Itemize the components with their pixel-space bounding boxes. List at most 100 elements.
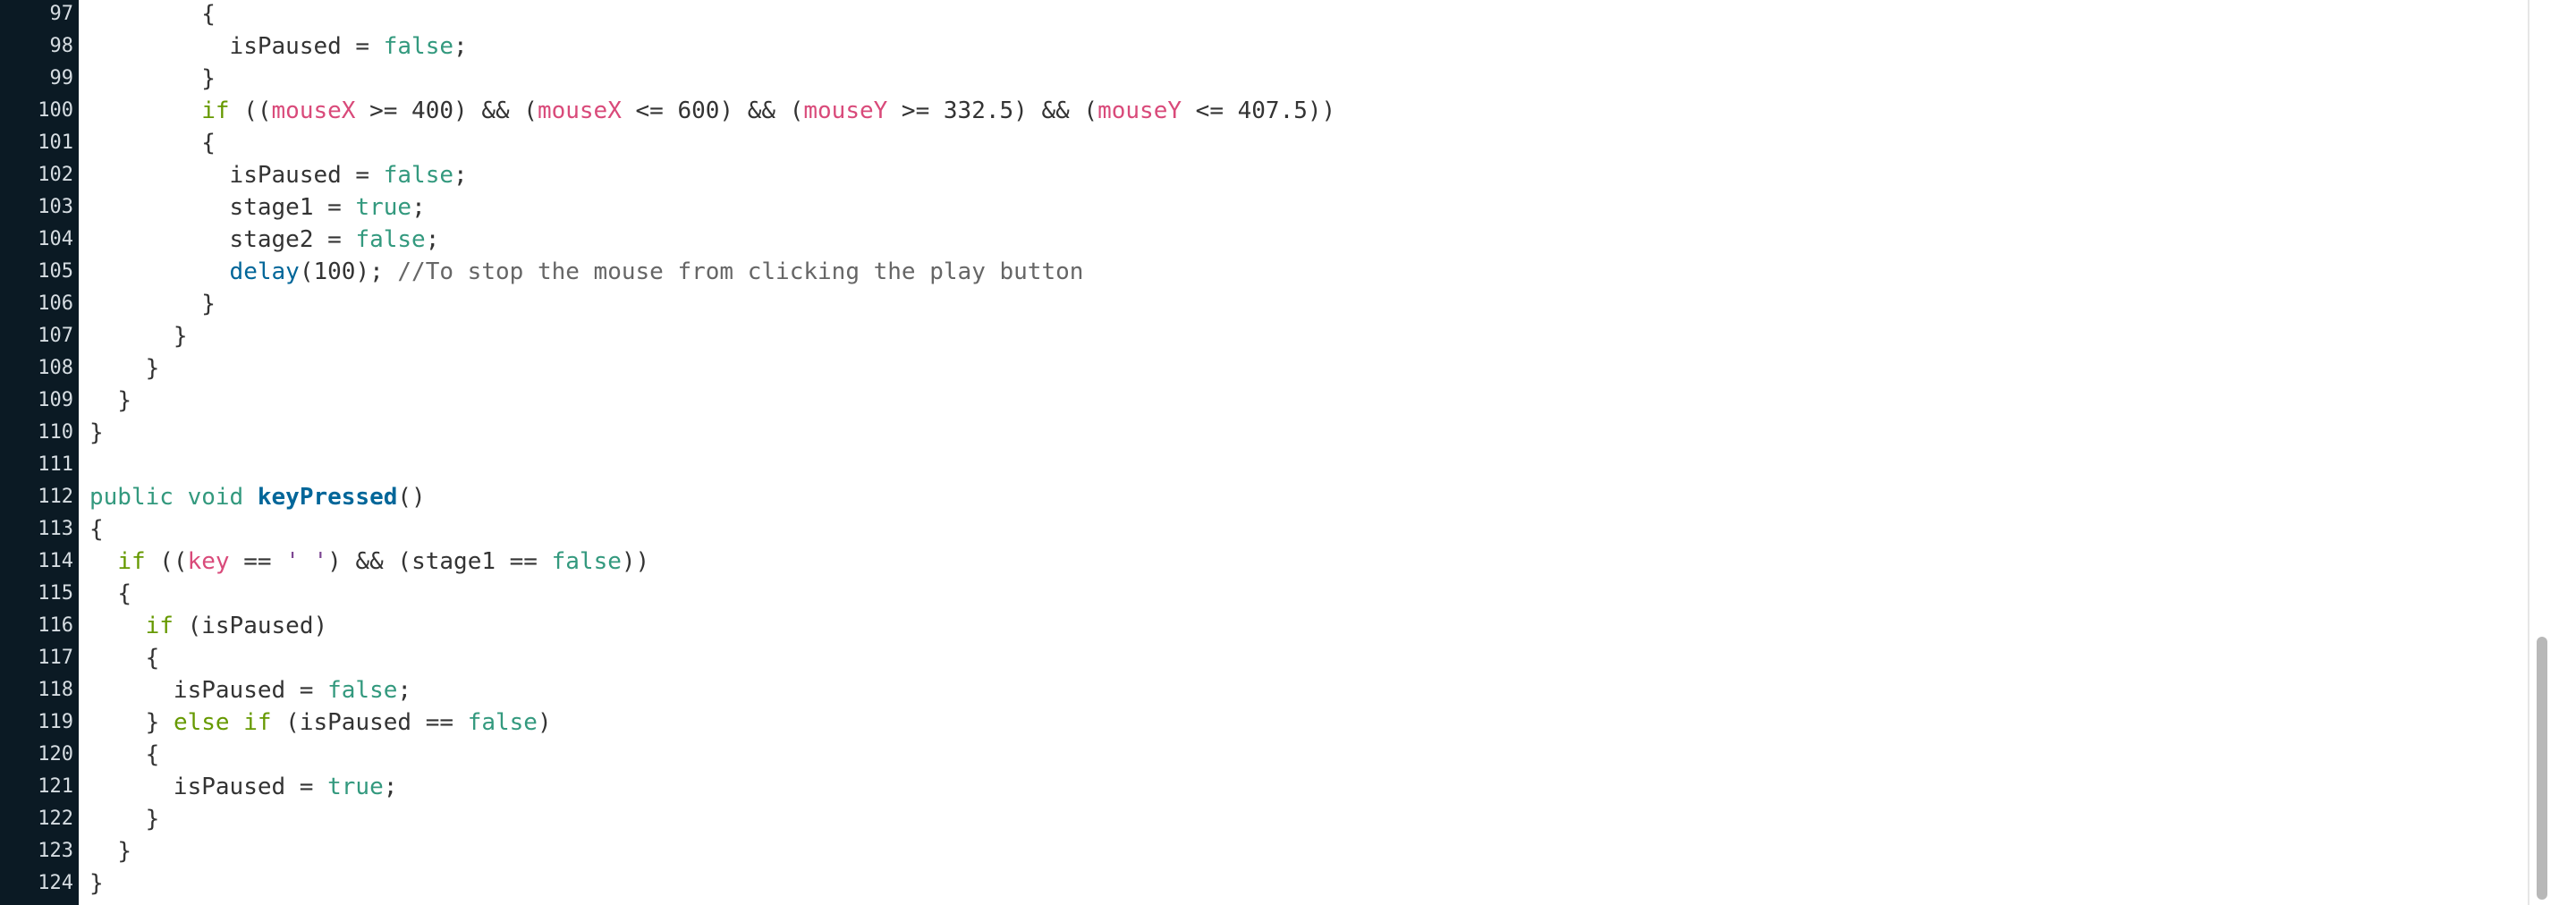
- line-number: 111: [38, 453, 73, 476]
- code-token: (100);: [299, 258, 398, 285]
- code-line[interactable]: 120 {: [0, 739, 2529, 771]
- vertical-scrollbar-track[interactable]: [2528, 0, 2576, 905]
- code-line[interactable]: 106 }: [0, 288, 2529, 320]
- code-text: if ((mouseX >= 400) && (mouseX <= 600) &…: [89, 95, 1335, 127]
- code-token: }: [89, 419, 104, 446]
- code-token: key: [187, 548, 230, 575]
- code-text: isPaused = false;: [89, 674, 411, 706]
- code-editor[interactable]: 97 {98 isPaused = false; 99 } 100 if ((mou…: [0, 0, 2576, 905]
- code-token: mouseX: [271, 97, 356, 124]
- code-line[interactable]: 97 {: [0, 0, 2529, 30]
- code-text: {: [89, 739, 160, 771]
- line-number: 124: [38, 872, 73, 894]
- code-token: mouseY: [803, 97, 888, 124]
- code-line[interactable]: 110}: [0, 417, 2529, 449]
- code-token: isPaused =: [229, 162, 384, 189]
- code-line[interactable]: 113 {: [0, 513, 2529, 546]
- code-line[interactable]: 99 }: [0, 63, 2529, 95]
- code-token: ;: [397, 677, 412, 704]
- code-text: {: [89, 127, 216, 159]
- code-text: }: [89, 352, 160, 385]
- code-line[interactable]: 119 } else if (isPaused == false): [0, 706, 2529, 739]
- code-token: ;: [425, 226, 440, 253]
- code-line[interactable]: 100 if ((mouseX >= 400) && (mouseX <= 60…: [0, 95, 2529, 127]
- code-line[interactable]: 108 }: [0, 352, 2529, 385]
- code-token: mouseX: [537, 97, 622, 124]
- code-line[interactable]: 103 stage1 = true;: [0, 191, 2529, 224]
- code-line[interactable]: 109 }: [0, 385, 2529, 417]
- code-line[interactable]: 102 isPaused = false;: [0, 159, 2529, 191]
- code-line[interactable]: 105 delay(100); //To stop the mouse from…: [0, 256, 2529, 288]
- code-line[interactable]: 122 }: [0, 803, 2529, 835]
- code-text: stage1 = true;: [89, 191, 426, 224]
- code-text: {: [89, 0, 216, 30]
- code-line[interactable]: 98 isPaused = false;: [0, 30, 2529, 63]
- code-line[interactable]: 117 {: [0, 642, 2529, 674]
- code-token: if: [117, 548, 146, 575]
- code-token: isPaused =: [173, 774, 328, 800]
- code-line[interactable]: 115 {: [0, 578, 2529, 610]
- code-text: }: [89, 63, 216, 95]
- code-token: }: [145, 709, 174, 736]
- code-text: if (isPaused): [89, 610, 328, 642]
- code-text: }: [89, 417, 104, 449]
- code-line[interactable]: 118 isPaused = false;: [0, 674, 2529, 706]
- code-token: (isPaused ==: [271, 709, 468, 736]
- code-text: }: [89, 385, 131, 417]
- code-line[interactable]: 101 {: [0, 127, 2529, 159]
- code-text: public void keyPressed(): [89, 481, 426, 513]
- line-number: 110: [38, 421, 73, 444]
- code-line[interactable]: 111: [0, 449, 2529, 481]
- code-line[interactable]: 104 stage2 = false;: [0, 224, 2529, 256]
- code-text: }: [89, 288, 216, 320]
- code-line[interactable]: 123 }: [0, 835, 2529, 867]
- code-line[interactable]: 121 isPaused = true;: [0, 771, 2529, 803]
- code-token: false: [355, 226, 426, 253]
- code-text: if ((key == ' ') && (stage1 == false)): [89, 546, 649, 578]
- line-number: 107: [38, 325, 73, 347]
- code-line[interactable]: 124}: [0, 867, 2529, 900]
- code-line[interactable]: 112 public void keyPressed(): [0, 481, 2529, 513]
- code-token: ' ': [285, 548, 328, 575]
- vertical-scrollbar-thumb[interactable]: [2537, 637, 2547, 900]
- code-token: stage1 =: [229, 194, 356, 221]
- code-token: }: [201, 291, 216, 317]
- code-text: {: [89, 642, 160, 674]
- line-number: 113: [38, 518, 73, 540]
- line-number: 112: [38, 486, 73, 508]
- code-line[interactable]: 116 if (isPaused): [0, 610, 2529, 642]
- code-token: false: [551, 548, 622, 575]
- code-text: isPaused = false;: [89, 159, 468, 191]
- line-number: 122: [38, 808, 73, 830]
- line-number: 104: [38, 228, 73, 250]
- code-token: ==: [229, 548, 286, 575]
- code-token: }: [89, 870, 104, 897]
- line-number: 101: [38, 131, 73, 154]
- code-token: if: [243, 709, 272, 736]
- code-token: if: [201, 97, 230, 124]
- code-line[interactable]: 114 if ((key == ' ') && (stage1 == false…: [0, 546, 2529, 578]
- code-token: {: [145, 741, 160, 768]
- code-line[interactable]: 107 }: [0, 320, 2529, 352]
- line-number: 99: [49, 67, 74, 89]
- code-token: true: [327, 774, 384, 800]
- code-token: ;: [411, 194, 426, 221]
- code-token: {: [117, 580, 131, 607]
- code-text: } else if (isPaused == false): [89, 706, 552, 739]
- code-token: ): [537, 709, 552, 736]
